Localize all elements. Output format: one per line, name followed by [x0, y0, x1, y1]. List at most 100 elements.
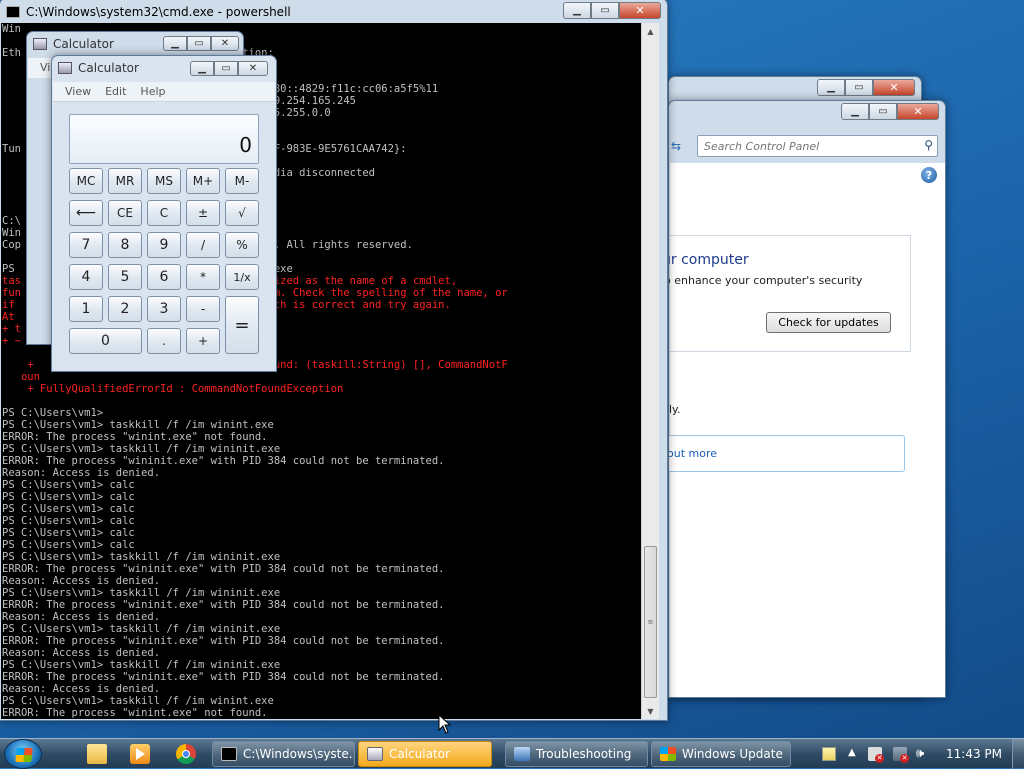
btn-5[interactable]: 5 [108, 264, 142, 290]
update-status-panel: ur computer o enhance your computer's se… [669, 235, 911, 352]
btn-sqrt[interactable]: √ [225, 200, 259, 226]
btn-4[interactable]: 4 [69, 264, 103, 290]
console-line: PS C:\Users\vm1> taskkill /f /im wininit… [2, 551, 281, 563]
btn-mminus[interactable]: M- [225, 168, 259, 194]
console-line: PS C:\Users\vm1> taskkill /f /im wininit… [2, 443, 281, 455]
btn-1[interactable]: 1 [69, 296, 103, 322]
search-box[interactable]: ⚲ [697, 135, 938, 157]
menu-help[interactable]: Help [140, 85, 165, 98]
btn-ce[interactable]: CE [108, 200, 142, 226]
console-line: ERROR: The process "winint.exe" not foun… [2, 431, 268, 443]
close-button[interactable]: ✕ [897, 103, 939, 120]
console-line: PS C:\Users\vm1> taskkill /f /im wininit… [2, 659, 281, 671]
minimize-button[interactable]: ▁ [563, 2, 591, 19]
cmd-icon [221, 747, 237, 761]
btn-subtract[interactable]: - [186, 296, 220, 322]
btn-6[interactable]: 6 [147, 264, 181, 290]
taskbar-item-calculator[interactable]: Calculator [358, 741, 492, 767]
close-button[interactable]: ✕ [873, 79, 915, 96]
scroll-down-arrow-icon[interactable]: ▼ [642, 703, 659, 719]
action-center-icon[interactable]: ✕ [868, 747, 884, 763]
close-button[interactable]: ✕ [211, 36, 239, 51]
close-button[interactable]: ✕ [238, 61, 268, 76]
btn-ms[interactable]: MS [147, 168, 181, 194]
btn-divide[interactable]: / [186, 232, 220, 258]
search-input[interactable] [698, 136, 908, 156]
console-line: PS C:\Users\vm1> calc [2, 539, 135, 551]
btn-9[interactable]: 9 [147, 232, 181, 258]
window-controls: ▁ ▭ ✕ [563, 2, 661, 19]
maximize-button[interactable]: ▭ [187, 36, 211, 51]
console-line: PS C:\Users\vm1> calc [2, 503, 135, 515]
maximize-button[interactable]: ▭ [869, 103, 897, 120]
check-for-updates-button[interactable]: Check for updates [766, 312, 891, 333]
taskbar: C:\Windows\syste... Calculator Troublesh… [0, 738, 1024, 769]
btn-0[interactable]: 0 [69, 328, 142, 354]
volume-icon[interactable]: 🕪 [916, 747, 930, 761]
console-line: ERROR: The process "winint.exe" not foun… [2, 707, 268, 719]
show-desktop-button[interactable] [1012, 739, 1024, 769]
minimize-button[interactable]: ▁ [163, 36, 187, 51]
btn-multiply[interactable]: * [186, 264, 220, 290]
show-hidden-icons-icon[interactable]: ▲ [848, 747, 862, 761]
menu-view[interactable]: View [65, 85, 91, 98]
console-line: PS C:\Users\vm1> calc [2, 479, 135, 491]
search-icon[interactable]: ⚲ [924, 138, 933, 152]
explorer-icon[interactable] [87, 744, 107, 764]
taskbar-item-windows-update[interactable]: Windows Update [651, 741, 791, 767]
find-out-more-link[interactable]: out more [669, 447, 717, 460]
btn-7[interactable]: 7 [69, 232, 103, 258]
btn-reciprocal[interactable]: 1/x [225, 264, 259, 290]
console-line: PS C:\Users\vm1> calc [2, 515, 135, 527]
btn-8[interactable]: 8 [108, 232, 142, 258]
taskbar-item-troubleshooting[interactable]: Troubleshooting [505, 741, 648, 767]
btn-mr[interactable]: MR [108, 168, 142, 194]
notes-tray-icon[interactable] [822, 747, 836, 761]
btn-c[interactable]: C [147, 200, 181, 226]
maximize-button[interactable]: ▭ [214, 61, 238, 76]
scroll-up-arrow-icon[interactable]: ▲ [642, 23, 659, 39]
console-line: ERROR: The process "wininit.exe" with PI… [2, 635, 445, 647]
maximize-button[interactable]: ▭ [845, 79, 873, 96]
btn-mplus[interactable]: M+ [186, 168, 220, 194]
menu-view[interactable]: Vi [40, 61, 50, 74]
network-icon[interactable]: ✕ [893, 747, 909, 763]
minimize-button[interactable]: ▁ [190, 61, 214, 76]
close-button[interactable]: ✕ [619, 2, 661, 19]
btn-mc[interactable]: MC [69, 168, 103, 194]
calc-display: 0 [69, 114, 259, 164]
help-icon[interactable]: ? [921, 167, 937, 183]
btn-add[interactable]: + [186, 328, 220, 354]
chrome-icon[interactable] [176, 744, 196, 764]
console-line: PS C:\Users\vm1> taskkill /f /im winint.… [2, 419, 274, 431]
window-controls: ▁ ▭ ✕ [190, 61, 268, 76]
nav-refresh-icon[interactable]: ⇆ [671, 139, 681, 153]
console-line: PS C:\Users\vm1> calc [2, 491, 135, 503]
window-controls: ▁ ▭ ✕ [163, 36, 239, 51]
scroll-thumb[interactable]: ≡ [644, 546, 657, 698]
start-button[interactable] [4, 739, 42, 769]
cmd-icon [6, 6, 20, 18]
btn-plus-minus[interactable]: ± [186, 200, 220, 226]
btn-2[interactable]: 2 [108, 296, 142, 322]
console-scrollbar[interactable]: ▲ ≡ ▼ [641, 23, 659, 719]
minimize-button[interactable]: ▁ [841, 103, 869, 120]
maximize-button[interactable]: ▭ [591, 2, 619, 19]
clock[interactable]: 11:43 PM [946, 747, 1002, 761]
windows-update-window[interactable]: ▁ ▭ ✕ ⇆ ⚲ ? ur computer o enhance your c… [668, 100, 946, 698]
btn-percent[interactable]: % [225, 232, 259, 258]
menu-edit[interactable]: Edit [105, 85, 126, 98]
btn-3[interactable]: 3 [147, 296, 181, 322]
calc-back-title: Calculator [53, 37, 114, 51]
calculator-window[interactable]: Calculator ▁ ▭ ✕ View Edit Help 0 MC MR … [51, 55, 277, 372]
btn-backspace[interactable]: ⟵ [69, 200, 103, 226]
taskbar-item-cmd[interactable]: C:\Windows\syste... [212, 741, 355, 767]
content-area: ? ur computer o enhance your computer's … [669, 163, 945, 697]
calc-menu-bar: View Edit Help [53, 82, 275, 102]
minimize-button[interactable]: ▁ [817, 79, 845, 96]
btn-equals[interactable]: = [225, 296, 259, 354]
console-line: PS C:\Users\vm1> [2, 407, 104, 419]
console-line: PS C:\Users\vm1> taskkill /f /im wininit… [2, 587, 281, 599]
btn-decimal[interactable]: . [147, 328, 181, 354]
media-player-icon[interactable] [130, 744, 150, 764]
